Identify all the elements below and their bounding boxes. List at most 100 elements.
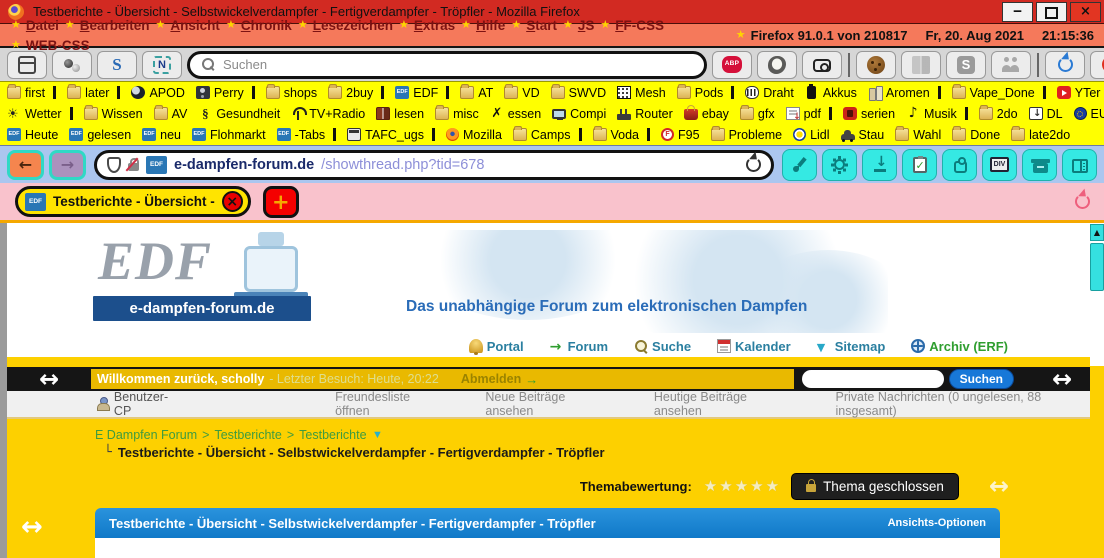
stylus-button[interactable]: S — [946, 51, 986, 79]
notes-button[interactable]: N — [142, 51, 182, 79]
bookmark-item[interactable]: ebay — [684, 107, 729, 121]
rating-star-icon[interactable]: ★ — [750, 477, 763, 495]
bookmark-item[interactable]: Flohmarkt — [192, 128, 266, 142]
userbar-link[interactable]: Private Nachrichten (0 ungelesen, 88 ins… — [835, 390, 1104, 418]
rating-star-icon[interactable]: ★ — [735, 477, 748, 495]
maximize-button[interactable] — [1036, 2, 1067, 22]
bookmark-item[interactable]: Done — [952, 128, 1000, 142]
forum-nav-link[interactable]: Forum — [550, 339, 608, 354]
breadcrumb-item[interactable]: E Dampfen Forum — [95, 428, 197, 442]
bookmark-item[interactable]: late2do — [1011, 128, 1070, 142]
tab-reload-button[interactable] — [1075, 194, 1090, 209]
menu-item[interactable]: ★Hilfe — [456, 15, 505, 35]
breadcrumb-item[interactable]: > — [287, 428, 294, 442]
bookmark-item[interactable]: essen — [490, 107, 541, 121]
url-bar[interactable]: EDF e-dampfen-forum.de/showthread.php?ti… — [94, 150, 774, 180]
userbar-link[interactable]: Neue Beiträge ansehen — [485, 390, 616, 418]
close-button[interactable]: × — [1070, 2, 1101, 22]
scrollbar-thumb[interactable] — [1090, 243, 1104, 291]
menu-item[interactable]: ★Extras — [394, 15, 455, 35]
bookmark-item[interactable]: 2do — [979, 107, 1018, 121]
bookmark-item[interactable]: first — [7, 86, 56, 100]
menu-item[interactable]: ★Bearbeiten — [60, 15, 150, 35]
bookmark-item[interactable]: gelesen — [69, 128, 131, 142]
forward-button[interactable] — [49, 150, 86, 180]
forum-search-button[interactable]: Suchen — [949, 369, 1014, 389]
bookmark-item[interactable]: Lidl — [793, 128, 829, 142]
accounts-button[interactable] — [991, 51, 1031, 79]
shield-icon[interactable] — [107, 157, 121, 173]
div-inspector-button[interactable]: DIV — [982, 149, 1017, 181]
view-options-link[interactable]: Ansichts-Optionen — [888, 517, 986, 529]
addons-button[interactable] — [942, 149, 977, 181]
bookmark-item[interactable]: misc — [435, 107, 479, 121]
settings-button[interactable] — [822, 149, 857, 181]
breadcrumb-item[interactable]: Testberichte — [299, 428, 366, 442]
forum-nav-link[interactable]: Suche — [634, 339, 691, 354]
menu-item[interactable]: ★Lesezeichen — [293, 15, 393, 35]
bookmark-item[interactable]: Router — [617, 107, 673, 121]
forum-nav-link[interactable]: Sitemap — [817, 339, 886, 354]
screenshot-button[interactable] — [802, 51, 842, 79]
sync-button[interactable] — [1045, 51, 1085, 79]
bookmark-item[interactable]: Draht — [745, 86, 794, 100]
theme-brush-button[interactable] — [782, 149, 817, 181]
userbar-link[interactable]: Heutige Beiträge ansehen — [654, 390, 798, 418]
breadcrumb-dropdown-icon[interactable]: ▼ — [372, 429, 383, 441]
bookmark-item[interactable]: Gesundheit — [198, 107, 280, 121]
menu-item[interactable]: ★Start — [506, 15, 557, 35]
scroll-up-button[interactable]: ▲ — [1090, 224, 1104, 241]
bookmark-item[interactable]: Mozilla — [446, 128, 502, 142]
bookmark-item[interactable]: Stau — [841, 128, 885, 142]
menu-item[interactable]: ★FF-CSS — [595, 15, 664, 35]
bookmark-item[interactable]: Vape_Done — [952, 86, 1046, 100]
tab-manager-button[interactable] — [7, 51, 47, 79]
thread-closed-button[interactable]: Thema geschlossen — [791, 473, 959, 500]
userbar-link[interactable]: Freundesliste öffnen — [335, 390, 447, 418]
logout-link[interactable]: Abmelden — [461, 372, 521, 386]
bookmark-item[interactable]: Probleme — [711, 128, 783, 142]
forum-nav-link[interactable]: Kalender — [717, 339, 791, 354]
reload-button[interactable] — [746, 157, 761, 172]
scrollbar[interactable]: ▲ — [1090, 223, 1104, 558]
bookmark-item[interactable]: Compi — [552, 107, 606, 121]
bookmark-item[interactable]: Wahl — [895, 128, 941, 142]
menu-item[interactable]: ★JS — [558, 15, 594, 35]
privacy-badger-button[interactable] — [757, 51, 797, 79]
tab-close-button[interactable]: × — [222, 191, 243, 212]
bookmark-item[interactable]: later — [67, 86, 120, 100]
bookmark-item[interactable]: SWVD — [551, 86, 607, 100]
breadcrumb-item[interactable]: Testberichte — [214, 428, 281, 442]
bookmark-item[interactable]: serien — [843, 107, 895, 121]
new-tab-button[interactable]: + — [263, 186, 299, 218]
adblock-button[interactable]: ABP — [712, 51, 752, 79]
session-button[interactable]: S — [97, 51, 137, 79]
active-tab[interactable]: EDF Testberichte - Übersicht - × — [15, 186, 251, 217]
bookmark-item[interactable]: AV — [154, 107, 188, 121]
bookmark-item[interactable]: Voda — [593, 128, 651, 142]
rating-star-icon[interactable]: ★ — [766, 477, 779, 495]
bookmark-item[interactable]: Akkus — [805, 86, 857, 100]
bookmark-item[interactable]: VD — [504, 86, 539, 100]
bookmark-item[interactable]: Camps — [513, 128, 582, 142]
menu-item[interactable]: ★Datei — [6, 15, 59, 35]
bookmark-item[interactable]: AT — [460, 86, 493, 100]
bookmark-item[interactable]: Pods — [677, 86, 735, 100]
cookie-manager-button[interactable] — [856, 51, 896, 79]
bookmark-item[interactable]: neu — [142, 128, 181, 142]
bookmark-item[interactable]: Wissen — [84, 107, 143, 121]
bookmark-item[interactable]: Wetter — [7, 107, 73, 121]
forum-nav-link[interactable]: Portal — [469, 339, 524, 354]
forum-nav-link[interactable]: Archiv (ERF) — [911, 339, 1008, 354]
containers-button[interactable] — [52, 51, 92, 79]
sidebar-button[interactable] — [1062, 149, 1097, 181]
rating-star-icon[interactable]: ★ — [704, 477, 717, 495]
clipboard-button[interactable] — [902, 149, 937, 181]
insecure-lock-icon[interactable] — [128, 163, 139, 171]
bookmark-item[interactable]: pdf — [786, 107, 832, 121]
bookmark-item[interactable]: TAFC_ugs — [347, 128, 435, 142]
menu-item[interactable]: ★Ansicht — [151, 15, 220, 35]
reader-button[interactable] — [901, 51, 941, 79]
downloads-button[interactable] — [862, 149, 897, 181]
menu-item[interactable]: ★Chronik — [221, 15, 292, 35]
